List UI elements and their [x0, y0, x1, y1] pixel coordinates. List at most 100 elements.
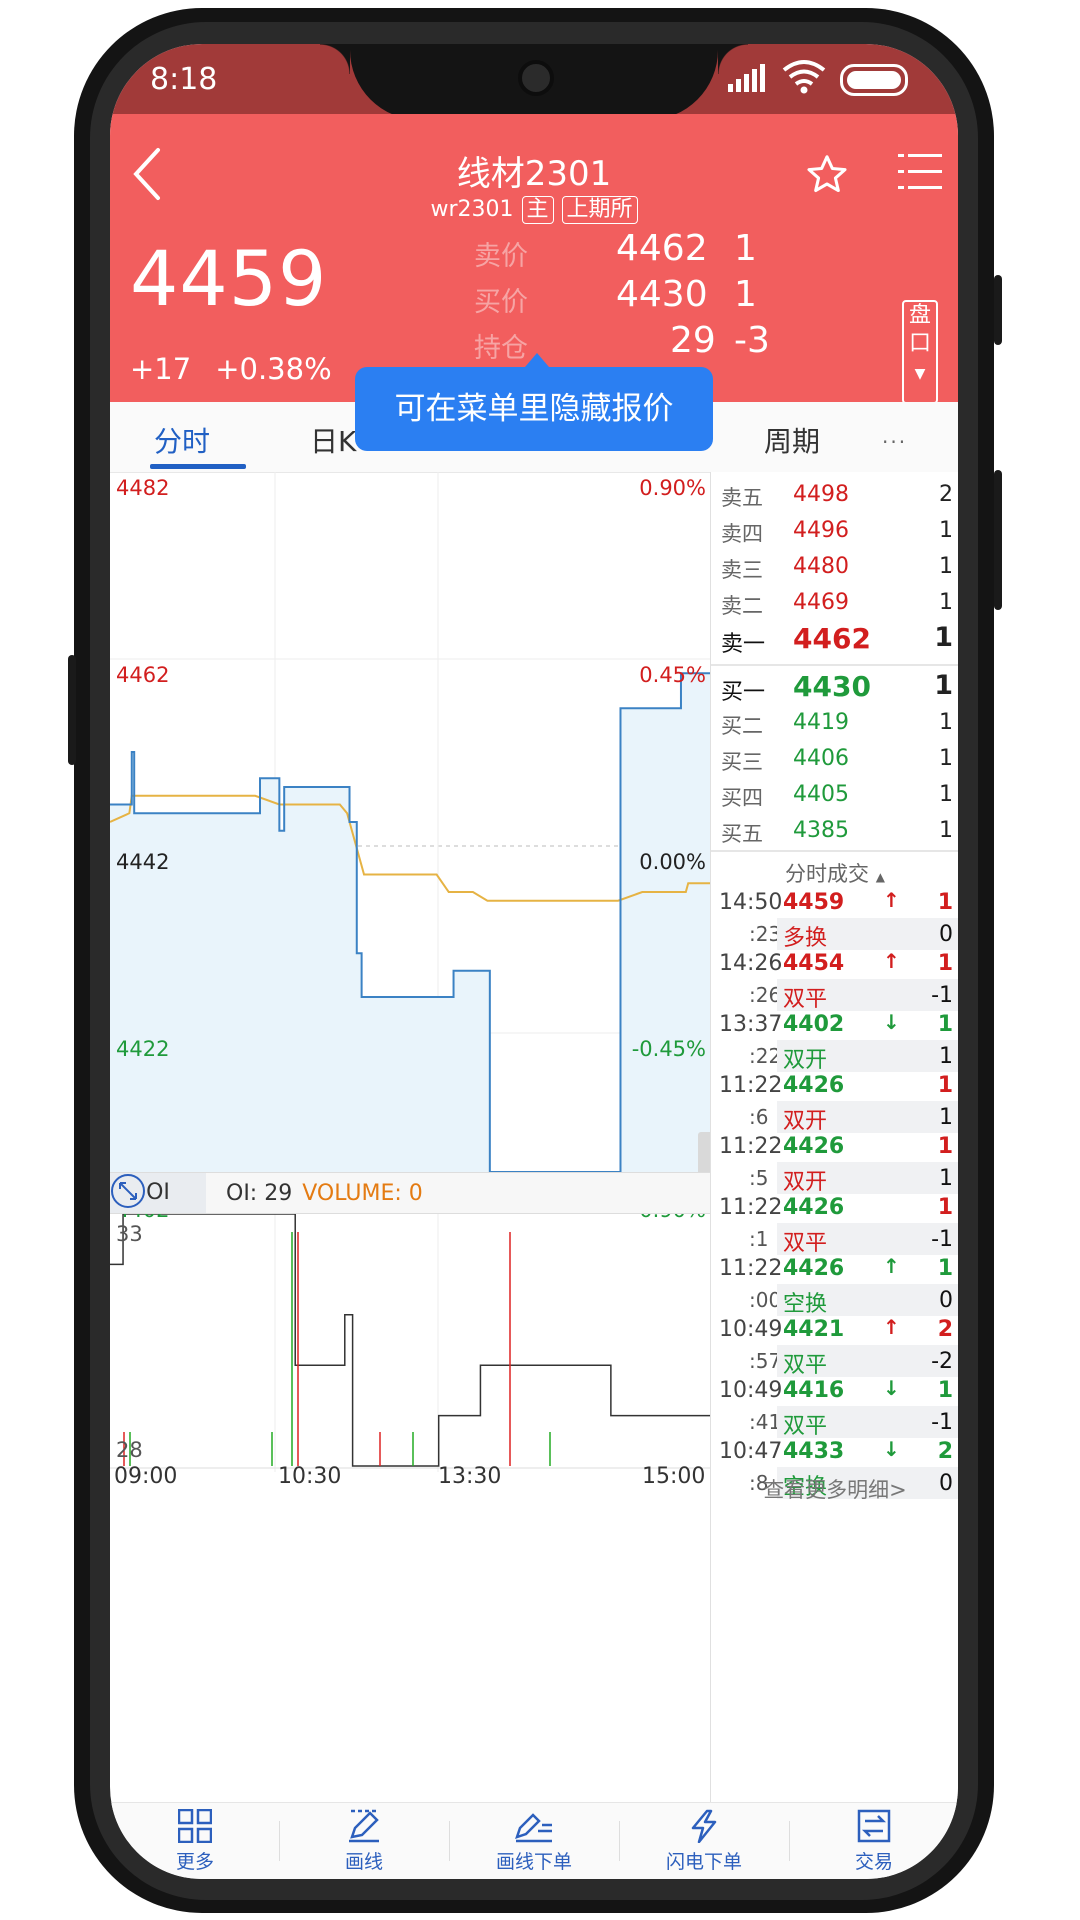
indicator-bar: OI OI: 29 VOLUME: 0: [110, 1172, 710, 1214]
ask-volume: 1: [939, 518, 953, 543]
app-screen: 8:18 线材2301 wr2301 主上期所 4459 +17 +0.38% …: [110, 44, 958, 1879]
flash-order-button[interactable]: 闪电下单: [619, 1809, 789, 1874]
order-book: 卖五 4498 2 卖四 4496 1 卖三 4480 1 卖二 4469 1 …: [710, 472, 958, 1802]
trade-time: 10:49: [719, 1378, 783, 1403]
more-dots-icon[interactable]: ···: [882, 430, 907, 454]
caret-up-icon: ▲: [875, 870, 885, 884]
trade-qty: 1: [937, 1134, 953, 1159]
intraday-chart[interactable]: 4482 4462 4442 4422 4402 0.90% 0.45% 0.0…: [110, 472, 712, 1802]
ask-value: 4462: [616, 228, 708, 269]
draw-line-order-label: 画线下单: [495, 1851, 572, 1873]
trade-button[interactable]: 交易: [789, 1809, 958, 1874]
trade-time: 11:22: [719, 1134, 783, 1159]
oi-value: 29: [670, 320, 716, 361]
trade-direction-arrow-icon: ↑: [883, 888, 900, 912]
see-more-link[interactable]: 查看更多明细>: [711, 1474, 958, 1504]
x-axis-label: 10:30: [278, 1464, 342, 1489]
trade-price: 4454: [783, 951, 845, 976]
ask-volume: 2: [939, 482, 953, 507]
oi-label: 持仓: [474, 333, 528, 364]
wifi-icon: [782, 60, 826, 94]
draw-line-order-button[interactable]: 画线下单: [449, 1809, 619, 1874]
trade-oi-delta: -1: [931, 983, 953, 1008]
trade-time: 13:37: [719, 1012, 783, 1037]
pen-icon: [349, 1809, 379, 1843]
draw-line-button[interactable]: 画线: [279, 1809, 449, 1874]
trade-qty: 1: [937, 1378, 953, 1403]
trade-direction-arrow-icon: ↓: [883, 1376, 900, 1400]
flash-order-label: 闪电下单: [665, 1851, 742, 1873]
trade-direction-arrow-icon: ↓: [883, 1010, 900, 1034]
bid-volume: 1: [939, 818, 953, 843]
main-contract-tag: 主: [521, 196, 554, 224]
ask-label: 卖价: [474, 241, 528, 272]
oi-change: -3: [734, 320, 770, 361]
ask-qty: 1: [734, 228, 757, 269]
trade-time: 14:26: [719, 951, 783, 976]
trades-header-label: 分时成交: [785, 862, 870, 886]
trade-direction-arrow-icon: ↑: [883, 1254, 900, 1278]
bid-price: 4385: [793, 818, 849, 843]
grid-icon: [178, 1809, 212, 1843]
trade-direction-arrow-icon: ↑: [883, 949, 900, 973]
menu-icon[interactable]: [898, 150, 942, 194]
volume-readout: VOLUME: 0: [302, 1181, 423, 1206]
tab-daily-k[interactable]: 日K: [310, 420, 356, 460]
oi-readout: OI: 29: [226, 1181, 293, 1206]
oi-line: [110, 1213, 710, 1467]
y-right-label: 0.00%: [639, 850, 706, 874]
trade-direction-arrow-icon: ↓: [883, 1437, 900, 1461]
power-button: [994, 470, 1002, 610]
bid-volume: 1: [934, 670, 953, 701]
pankou-label: 盘口: [908, 303, 931, 356]
last-price: 4459: [130, 234, 328, 323]
status-time: 8:18: [150, 62, 218, 97]
lightning-icon: [691, 1809, 717, 1843]
change-amount: +17: [130, 352, 192, 386]
trade-price: 4421: [783, 1317, 845, 1342]
trade-oi-delta: 0: [939, 922, 953, 947]
bid-level: 买三: [721, 750, 763, 774]
trade-oi-delta: 1: [939, 1166, 953, 1191]
tab-period[interactable]: 周期: [764, 420, 820, 460]
bid-volume: 1: [939, 782, 953, 807]
caret-down-icon: ▼: [914, 366, 926, 382]
exchange-icon: [857, 1809, 891, 1843]
tab-intraday[interactable]: 分时: [154, 420, 210, 460]
pen-lines-icon: [515, 1813, 552, 1843]
trade-time: 10:47: [719, 1439, 783, 1464]
bid-price: 4405: [793, 782, 849, 807]
y-left-label: 4442: [116, 850, 170, 874]
exchange-tag: 上期所: [561, 196, 638, 224]
indicator-readout: OI: 29 VOLUME: 0: [226, 1181, 423, 1206]
ask-level: 卖三: [721, 558, 763, 582]
pankou-toggle[interactable]: 盘口 ▼: [902, 300, 938, 404]
trade-direction-arrow-icon: ↑: [883, 1315, 900, 1339]
trade-price: 4433: [783, 1439, 845, 1464]
side-button: [68, 655, 76, 765]
ask-price: 4498: [793, 482, 849, 507]
y-left-label: 4422: [116, 1037, 170, 1061]
ask-level: 卖五: [721, 486, 763, 510]
ask-level: 卖二: [721, 594, 763, 618]
y-left-label: 4462: [116, 663, 170, 687]
favorite-star-icon[interactable]: [804, 152, 850, 198]
expand-icon[interactable]: [110, 1173, 146, 1209]
trade-oi-delta: 1: [939, 1105, 953, 1130]
trade-price: 4426: [783, 1195, 845, 1220]
active-tab-indicator: [150, 464, 246, 469]
oi-top-label: 33: [116, 1222, 143, 1246]
ask-row[interactable]: 卖一 4462 1: [711, 620, 958, 664]
y-right-label: -0.45%: [631, 1037, 706, 1061]
bid-level: 买四: [721, 786, 763, 810]
bid-volume: 1: [939, 746, 953, 771]
more-label: 更多: [175, 1851, 214, 1873]
hide-quote-tooltip[interactable]: 可在菜单里隐藏报价: [355, 353, 713, 451]
ask-volume: 1: [939, 590, 953, 615]
more-button[interactable]: 更多: [110, 1809, 280, 1874]
oi-bottom-label: 28: [116, 1438, 143, 1462]
ask-volume: 1: [934, 622, 953, 653]
ask-price: 4496: [793, 518, 849, 543]
trade-seconds: :5: [749, 1166, 769, 1190]
bid-volume: 1: [939, 710, 953, 735]
